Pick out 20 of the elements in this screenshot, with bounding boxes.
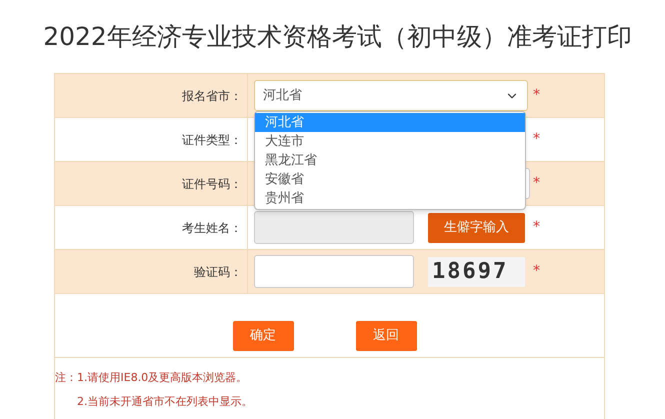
field-label: 证件号码：	[182, 176, 242, 192]
note-text: 2.当前未开通省市不在列表中显示。	[76, 394, 254, 410]
field-label: 报名省市：	[182, 88, 242, 104]
field-label: 证件类型：	[182, 132, 242, 148]
note-text: 注：1.请使用IE8.0及更高版本浏览器。	[55, 370, 248, 386]
captcha-image[interactable]: 18697	[428, 256, 525, 286]
page-title: 2022年经济专业技术资格考试（初中级）准考证打印	[42, 21, 633, 53]
dropdown-option[interactable]: 贵州省	[255, 189, 525, 208]
dropdown-option[interactable]: 大连市	[255, 132, 525, 151]
field-label: 验证码：	[194, 264, 242, 280]
required-mark: *	[533, 218, 540, 237]
required-mark: *	[533, 262, 540, 281]
input-field[interactable]	[254, 255, 414, 288]
required-mark: *	[533, 174, 540, 193]
field-label: 考生姓名：	[182, 220, 242, 236]
dropdown-option[interactable]: 黑龙江省	[255, 151, 525, 170]
required-mark: *	[533, 86, 540, 105]
required-mark: *	[533, 130, 540, 149]
dropdown-option[interactable]: 安徽省	[255, 170, 525, 189]
province-select[interactable]: 河北省	[254, 80, 528, 111]
